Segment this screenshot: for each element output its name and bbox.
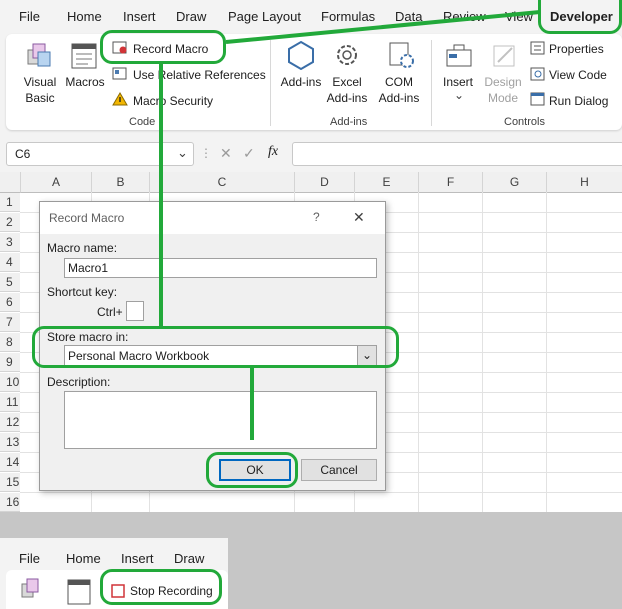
macros-label: Macros xyxy=(65,75,105,89)
tab-draw[interactable]: Draw xyxy=(176,9,206,24)
visual-basic-label: Visual Basic xyxy=(23,75,57,105)
chevron-down-icon[interactable]: ⌄ xyxy=(177,145,188,161)
connector-line xyxy=(250,368,254,440)
row-header[interactable]: 13 xyxy=(0,433,20,452)
name-box-value: C6 xyxy=(15,147,31,161)
row-header[interactable]: 6 xyxy=(0,293,20,312)
addins-label: Add-ins xyxy=(280,75,322,89)
excel-addins-button[interactable]: Excel Add-ins xyxy=(322,74,372,106)
tab-draw[interactable]: Draw xyxy=(174,551,204,566)
addins-button[interactable]: Add-ins xyxy=(280,74,322,90)
row-header[interactable]: 11 xyxy=(0,393,20,412)
macros-icon xyxy=(68,40,100,72)
row-header[interactable]: 1 xyxy=(0,193,20,212)
row-header[interactable]: 10 xyxy=(0,373,20,392)
group-label-code: Code xyxy=(129,116,156,128)
shortcut-key-label: Shortcut key: xyxy=(47,285,118,299)
shortcut-key-field[interactable] xyxy=(126,301,144,321)
design-mode-label: Design Mode xyxy=(484,75,522,105)
group-label-controls: Controls xyxy=(504,116,545,128)
column-header[interactable]: H xyxy=(547,172,622,193)
view-code-icon xyxy=(530,67,546,81)
row-header[interactable]: 8 xyxy=(0,333,20,352)
view-code-button[interactable]: View Code xyxy=(549,68,607,82)
macro-name-label: Macro name: xyxy=(47,241,118,255)
formula-input[interactable] xyxy=(292,142,622,166)
run-dialog-icon xyxy=(530,92,546,106)
row-header[interactable]: 9 xyxy=(0,353,20,372)
chevron-down-icon: ⌄ xyxy=(454,88,465,102)
connector-line xyxy=(224,0,544,50)
relative-references-icon xyxy=(112,67,128,81)
macro-name-field[interactable]: Macro1 xyxy=(64,258,377,278)
row-header[interactable]: 12 xyxy=(0,413,20,432)
ctrl-label: Ctrl+ xyxy=(97,305,123,319)
tab-home[interactable]: Home xyxy=(66,551,101,566)
description-field[interactable] xyxy=(64,391,377,449)
macro-security-button[interactable]: Macro Security xyxy=(133,94,213,108)
column-header[interactable]: G xyxy=(483,172,547,193)
cancel-formula-icon: ✕ xyxy=(220,145,232,161)
tab-file[interactable]: File xyxy=(19,9,40,24)
tab-developer[interactable]: Developer xyxy=(550,9,613,24)
row-header[interactable]: 2 xyxy=(0,213,20,232)
dialog-title-bar: Record Macro ? ✕ xyxy=(40,202,385,234)
dialog-title: Record Macro xyxy=(49,211,125,225)
run-dialog-button[interactable]: Run Dialog xyxy=(549,94,608,108)
use-relative-references-button[interactable]: Use Relative References xyxy=(133,68,266,82)
row-header[interactable]: 16 xyxy=(0,493,20,512)
ok-highlight xyxy=(206,452,298,488)
visual-basic-icon xyxy=(24,40,54,72)
column-header[interactable]: C xyxy=(150,172,295,193)
help-button[interactable]: ? xyxy=(313,210,320,224)
insert-controls-label: Insert xyxy=(442,75,473,89)
grid-line xyxy=(20,492,622,493)
connector-line xyxy=(159,64,163,326)
description-label: Description: xyxy=(47,375,111,389)
macros-button[interactable]: Macros xyxy=(62,74,108,90)
enter-formula-icon: ✓ xyxy=(243,145,255,161)
cancel-button[interactable]: Cancel xyxy=(301,459,377,481)
column-header[interactable]: B xyxy=(92,172,150,193)
formula-bar-grip-icon: ⋮ xyxy=(200,146,212,160)
insert-function-button[interactable]: fx xyxy=(268,144,278,160)
excel-addins-label: Excel Add-ins xyxy=(326,75,368,105)
stop-recording-ribbon: File Home Insert Draw Stop Recording xyxy=(0,538,228,609)
tab-file[interactable]: File xyxy=(19,551,40,566)
row-header[interactable]: 4 xyxy=(0,253,20,272)
column-header[interactable]: A xyxy=(21,172,92,193)
record-macro-highlight xyxy=(100,30,226,64)
select-all-corner[interactable] xyxy=(0,172,21,193)
name-box[interactable]: C6 ⌄ xyxy=(6,142,194,166)
column-header[interactable]: E xyxy=(355,172,419,193)
warning-icon xyxy=(112,92,128,106)
design-mode-button[interactable]: Design Mode xyxy=(480,74,526,106)
column-header[interactable]: D xyxy=(295,172,355,193)
com-addins-button[interactable]: COM Add-ins xyxy=(376,74,422,106)
tab-insert[interactable]: Insert xyxy=(121,551,154,566)
row-header[interactable]: 7 xyxy=(0,313,20,332)
row-header[interactable]: 5 xyxy=(0,273,20,292)
tab-home[interactable]: Home xyxy=(67,9,102,24)
row-header[interactable]: 14 xyxy=(0,453,20,472)
row-header[interactable]: 3 xyxy=(0,233,20,252)
properties-button[interactable]: Properties xyxy=(549,42,604,56)
visual-basic-icon xyxy=(18,576,46,606)
row-header[interactable]: 15 xyxy=(0,473,20,492)
macros-icon xyxy=(64,576,94,606)
formula-bar-area: C6 ⌄ ⋮ ✕ ✓ fx xyxy=(0,136,622,172)
column-header[interactable]: F xyxy=(419,172,483,193)
group-label-addins: Add-ins xyxy=(330,116,368,128)
com-addins-label: COM Add-ins xyxy=(378,75,420,105)
close-button[interactable]: ✕ xyxy=(353,209,365,226)
store-macro-highlight xyxy=(32,326,399,368)
excel-window: File Home Insert Draw Page Layout Formul… xyxy=(0,0,622,512)
tab-insert[interactable]: Insert xyxy=(123,9,156,24)
visual-basic-button[interactable]: Visual Basic xyxy=(14,74,66,106)
ribbon-separator xyxy=(431,40,432,126)
stop-recording-highlight xyxy=(100,569,222,605)
ribbon-separator xyxy=(270,40,271,126)
